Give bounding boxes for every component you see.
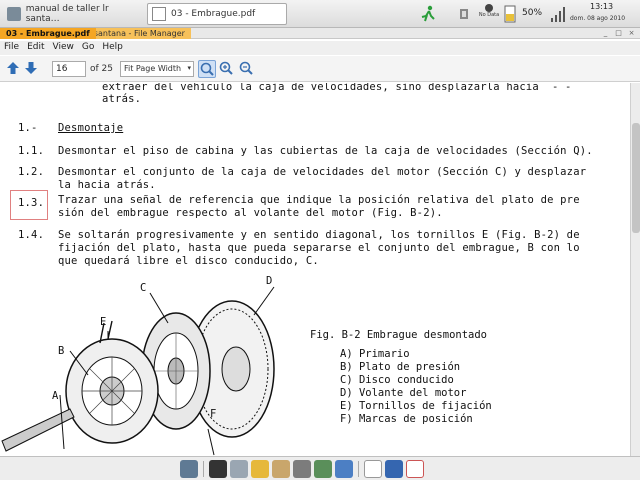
figure-label-f: F (210, 408, 217, 420)
window-controls: _ □ × (601, 29, 636, 37)
doc-text-line: Desmontar el piso de cabina y las cubier… (58, 145, 593, 157)
figure-legend-item: E) Tornillos de fijación (340, 400, 492, 412)
close-button[interactable]: × (627, 29, 636, 37)
doc-text-line: Trazar una señal de referencia que indiq… (58, 194, 580, 206)
figure-label-d: D (266, 275, 273, 287)
figure-label-a: A (52, 390, 59, 402)
doc-text-line: Se soltarán progresivamente y en sentido… (58, 229, 580, 241)
item-number: 1.3. (18, 197, 45, 209)
document-icon[interactable] (406, 460, 424, 478)
zoom-select-label: Fit Page Width (124, 64, 182, 73)
figure-legend-item: D) Volante del motor (340, 387, 467, 399)
taskbar-task-pdf[interactable]: 03 - Embrague.pdf (147, 3, 287, 25)
minimize-button[interactable]: _ (601, 29, 610, 37)
top-panel: manual de taller lr santa… 03 - Embrague… (0, 0, 640, 28)
clock-time[interactable]: 13:13 (590, 2, 613, 11)
folder-icon[interactable] (251, 460, 269, 478)
window-tab-row: r santana - File Manager 03 - Embrague.p… (0, 28, 640, 39)
terminal-icon[interactable] (209, 460, 227, 478)
globe-icon[interactable] (335, 460, 353, 478)
doc-text-line: que quedará libre el disco conducido, C. (58, 255, 319, 267)
item-number: 1.4. (18, 229, 45, 241)
tab-file-manager[interactable]: r santana - File Manager (82, 28, 191, 39)
dock-separator (358, 461, 359, 477)
mail-icon[interactable] (230, 460, 248, 478)
figure-label-b: B (58, 345, 65, 357)
figure-legend-item: A) Primario (340, 348, 410, 360)
menubar: File Edit View Go Help (0, 41, 640, 55)
window-icon[interactable] (385, 460, 403, 478)
dock-separator (203, 461, 204, 477)
document-icon (152, 7, 166, 21)
figure-label-c: C (140, 282, 147, 294)
folder-icon (7, 7, 21, 21)
zoom-select[interactable]: Fit Page Width ▾ (120, 61, 194, 77)
figure-label-e: E (100, 316, 107, 328)
document-viewport[interactable]: extraer del vehículo la caja de velocida… (0, 83, 630, 456)
figure-legend-item: C) Disco conducido (340, 374, 454, 386)
doc-text-line: atrás. (102, 93, 142, 105)
dock (180, 459, 442, 479)
task-label: 03 - Embrague.pdf (171, 9, 256, 19)
battery-percent: 50% (522, 8, 543, 18)
page-number-input[interactable]: 16 (52, 61, 86, 77)
page-total: of 25 (90, 64, 113, 74)
item-number: 1.2. (18, 166, 45, 178)
task-label: manual de taller lr santa… (25, 4, 109, 24)
menu-view[interactable]: View (49, 41, 78, 55)
chevron-down-icon: ▾ (187, 64, 191, 72)
menu-file[interactable]: File (0, 41, 23, 55)
figure-legend-item: B) Plato de presión (340, 361, 461, 373)
figure-legend-item: F) Marcas de posición (340, 413, 473, 425)
clock-date: dom. 08 ago 2010 (570, 15, 626, 22)
toolbar: 16 of 25 Fit Page Width ▾ (0, 56, 640, 82)
clipboard-icon[interactable] (272, 460, 290, 478)
item-number: 1.1. (18, 145, 45, 157)
doc-text-line: sión del embrague respecto al volante de… (58, 207, 443, 219)
bottom-taskbar (0, 456, 640, 480)
calculator-icon[interactable] (293, 460, 311, 478)
photo-icon[interactable] (314, 460, 332, 478)
signal-icon[interactable] (550, 3, 566, 25)
figure-caption: Fig. B-2 Embrague desmontado (310, 329, 488, 341)
battery-icon[interactable] (503, 3, 517, 25)
zoom-out-icon[interactable] (238, 60, 256, 78)
scrollbar-thumb[interactable] (632, 123, 640, 233)
pdf-icon[interactable] (364, 460, 382, 478)
zoom-fit-icon[interactable] (198, 60, 216, 78)
menu-help[interactable]: Help (98, 41, 127, 55)
zoom-in-icon[interactable] (218, 60, 236, 78)
doc-text-line: Desmontar el conjunto de la caja de velo… (58, 166, 587, 178)
vertical-scrollbar[interactable] (630, 83, 640, 456)
section-number: 1.- (18, 122, 38, 134)
doc-text-line: la hacia atrás. (58, 179, 156, 191)
doc-text-line: extraer del vehículo la caja de velocida… (102, 83, 572, 93)
taskbar-task-file-manager[interactable]: manual de taller lr santa… (2, 3, 144, 25)
runner-icon[interactable] (420, 3, 436, 25)
network-icon[interactable] (458, 3, 470, 25)
clutch-exploded-illustration (1, 286, 275, 456)
menu-go[interactable]: Go (78, 41, 98, 55)
tools-icon[interactable] (180, 460, 198, 478)
menu-edit[interactable]: Edit (23, 41, 48, 55)
forward-arrow-icon[interactable] (24, 61, 38, 75)
doc-text-line: fijación del plato, hasta que pueda sepa… (58, 242, 580, 254)
maximize-button[interactable]: □ (614, 29, 623, 37)
back-arrow-icon[interactable] (6, 61, 20, 75)
tab-pdf-viewer[interactable]: 03 - Embrague.pdf (0, 28, 96, 39)
section-heading: Desmontaje (58, 122, 124, 134)
